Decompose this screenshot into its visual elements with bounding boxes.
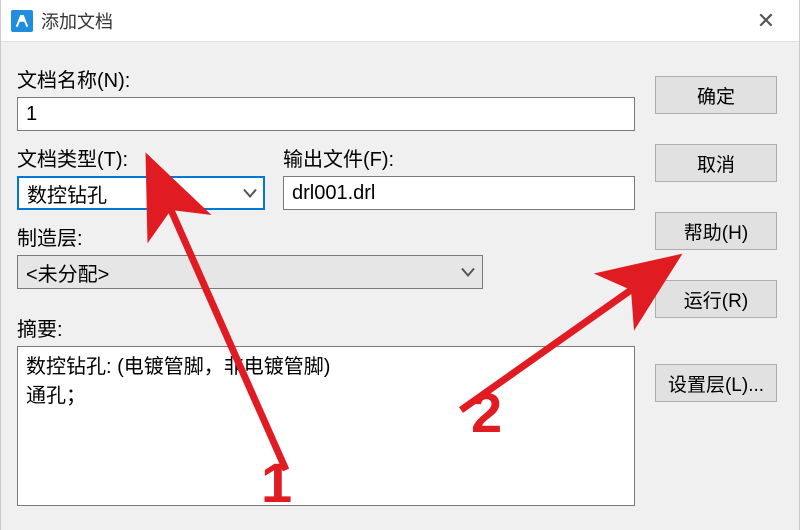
doc-name-input[interactable] xyxy=(17,97,635,131)
ok-button[interactable]: 确定 xyxy=(655,76,777,114)
set-layer-button[interactable]: 设置层(L)... xyxy=(655,364,777,402)
button-column: 确定 取消 帮助(H) 运行(R) 设置层(L)... xyxy=(655,64,785,402)
doc-type-label: 文档类型(T): xyxy=(17,143,265,172)
titlebar: 添加文档 ✕ xyxy=(1,0,799,42)
app-icon xyxy=(11,10,33,32)
output-file-input[interactable] xyxy=(283,176,635,210)
form-area: 文档名称(N): 文档类型(T): 输出文件(F): xyxy=(17,64,635,511)
close-button[interactable]: ✕ xyxy=(743,8,789,34)
window-title: 添加文档 xyxy=(41,8,743,34)
mfg-layer-combo[interactable] xyxy=(17,255,483,289)
dialog-window: 添加文档 ✕ 文档名称(N): 文档类型(T): 输出文件( xyxy=(0,0,800,530)
cancel-button[interactable]: 取消 xyxy=(655,144,777,182)
content-area: 文档名称(N): 文档类型(T): 输出文件(F): xyxy=(17,52,785,520)
output-file-label: 输出文件(F): xyxy=(283,143,635,172)
mfg-layer-label: 制造层: xyxy=(17,222,635,251)
summary-label: 摘要: xyxy=(17,313,635,342)
doc-name-label: 文档名称(N): xyxy=(17,64,635,93)
doc-type-combo[interactable] xyxy=(17,176,265,210)
help-button[interactable]: 帮助(H) xyxy=(655,212,777,250)
summary-textarea[interactable] xyxy=(17,346,635,506)
run-button[interactable]: 运行(R) xyxy=(655,280,777,318)
